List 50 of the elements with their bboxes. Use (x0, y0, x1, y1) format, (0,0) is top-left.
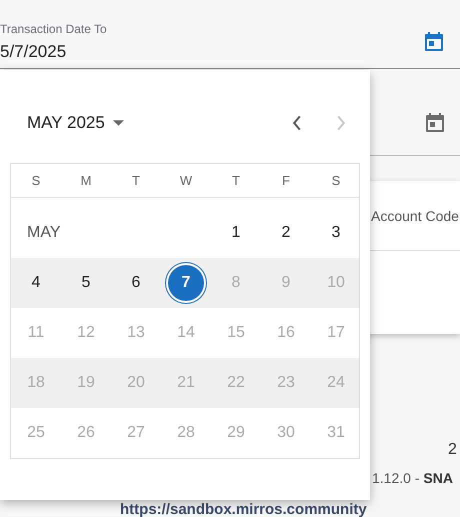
calendar-icon[interactable] (423, 111, 447, 135)
day-cell-text: 9 (280, 273, 292, 293)
day-cell-text: 20 (126, 373, 146, 393)
month-label: MAY (26, 224, 62, 242)
day-cell-text: 30 (276, 423, 296, 443)
day-cell[interactable]: 3 (316, 213, 356, 253)
day-cell-text: 10 (326, 273, 346, 293)
day-cell-text: 11 (26, 323, 46, 343)
day-cell-text: 15 (226, 323, 246, 343)
day-cell-text: 23 (276, 373, 296, 393)
day-cell-text: 25 (26, 423, 46, 443)
day-cell[interactable]: 7 (166, 263, 206, 303)
day-cell[interactable]: 4 (16, 263, 56, 303)
weekday-label: W (180, 173, 192, 188)
caret-icon (112, 120, 124, 126)
day-cell-text: 29 (226, 423, 246, 443)
day-cell[interactable]: 5 (66, 263, 106, 303)
day-cell[interactable]: 2 (266, 213, 306, 253)
footer-text: 2 (448, 441, 457, 459)
day-cell-text: 18 (26, 373, 46, 393)
day-cell-text: 16 (276, 323, 296, 343)
day-cell-text: 27 (126, 423, 146, 443)
day-cell-text: 22 (226, 373, 246, 393)
weekday-label: T (132, 173, 140, 188)
field-label: Transaction Date To (0, 22, 107, 36)
day-cell-text: 31 (326, 423, 346, 443)
day-cell-text: 14 (176, 323, 196, 343)
day-cell[interactable]: 6 (116, 263, 156, 303)
day-cell[interactable]: 1 (216, 213, 256, 253)
day-cell-text: 19 (76, 373, 96, 393)
column-header: Account Code (371, 208, 459, 224)
footer-link[interactable]: https://sandbox.mirros.community (120, 501, 367, 517)
day-cell-text: 24 (326, 373, 346, 393)
weekday-label: S (332, 173, 340, 188)
weekday-label: M (80, 173, 92, 188)
day-cell-text: 28 (176, 423, 196, 443)
weekday-label: T (232, 173, 240, 188)
date-input-field[interactable]: 5/7/2025 (0, 42, 107, 62)
weekday-label: S (32, 173, 40, 188)
day-cell-text: 26 (76, 423, 96, 443)
day-cell-text: 12 (76, 323, 96, 343)
weekday-label: F (282, 173, 290, 188)
version-text: 1.12.0 - SNA (372, 470, 453, 486)
day-cell-text: 21 (176, 373, 196, 393)
month-year-dropdown[interactable]: MAY 2025 (10, 113, 124, 133)
day-cell-text: 8 (230, 273, 242, 293)
calendar-icon[interactable] (422, 30, 446, 54)
previous-month-icon[interactable] (292, 115, 302, 131)
day-cell-text: 13 (126, 323, 146, 343)
day-cell-text: 17 (326, 323, 346, 343)
